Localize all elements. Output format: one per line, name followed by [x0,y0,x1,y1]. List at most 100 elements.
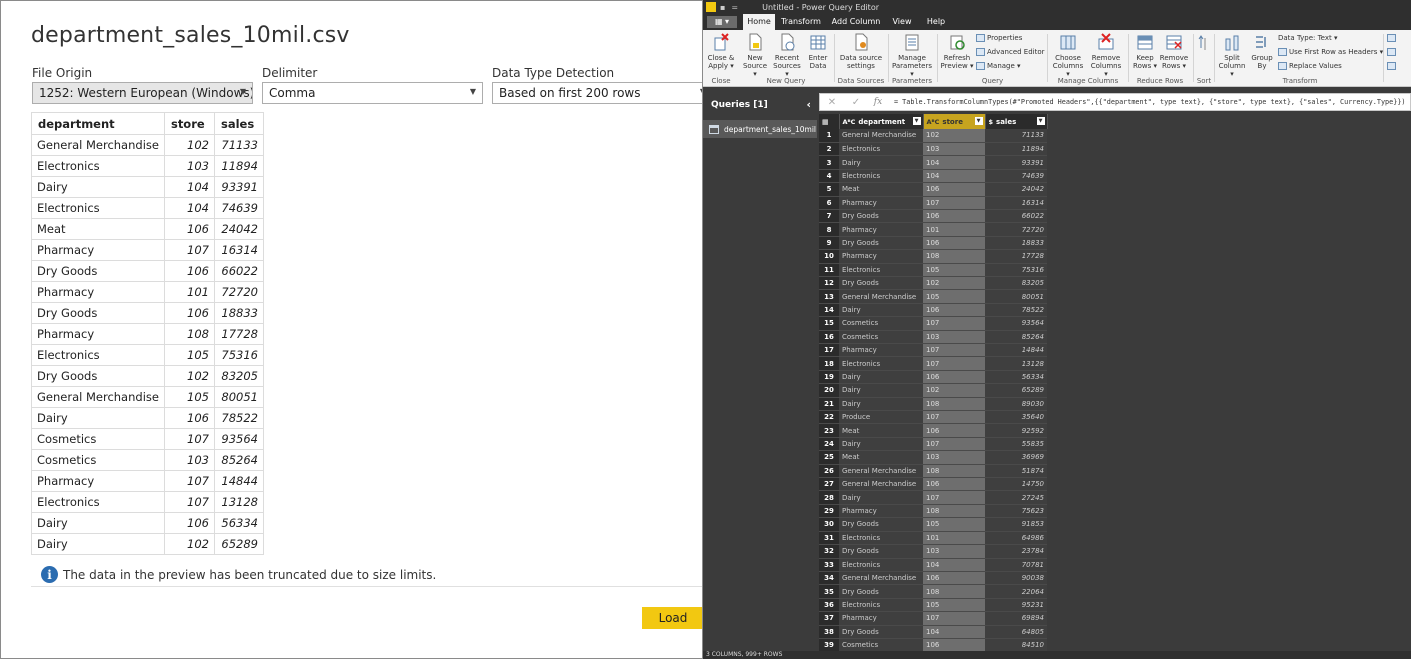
grid-row-number[interactable]: 14 [819,303,839,318]
grid-cell-department[interactable]: Electronics [839,263,923,277]
grid-cell-department[interactable]: Pharmacy [839,222,923,237]
grid-cell-store[interactable]: 107 [923,356,985,371]
commit-formula-icon[interactable]: ✓ [844,97,868,108]
grid-row-number[interactable]: 36 [819,598,839,613]
grid-row-number[interactable]: 24 [819,437,839,452]
grid-cell-store[interactable]: 107 [923,343,985,358]
grid-cell-store[interactable]: 108 [923,464,985,479]
grid-cell-sales[interactable]: 55835 [985,437,1047,452]
grid-cell-sales[interactable]: 17728 [985,249,1047,264]
grid-cell-store[interactable]: 104 [923,625,985,639]
grid-row[interactable]: 36 Electronics 105 95231 [819,598,1047,613]
grid-row-number[interactable]: 19 [819,370,839,385]
tab-view[interactable]: View [889,14,915,30]
grid-cell-department[interactable]: Cosmetics [839,316,923,331]
grid-row-number[interactable]: 34 [819,571,839,586]
grid-cell-sales[interactable]: 64986 [985,531,1047,546]
grid-cell-sales[interactable]: 13128 [985,356,1047,371]
grid-row[interactable]: 37 Pharmacy 107 69894 [819,611,1047,626]
grid-row-number[interactable]: 32 [819,544,839,559]
grid-row[interactable]: 39 Cosmetics 106 84510 [819,638,1047,653]
grid-cell-sales[interactable]: 65289 [985,383,1047,398]
grid-cell-store[interactable]: 107 [923,611,985,626]
split-column-button[interactable]: Split Column ▾ [1217,33,1247,78]
grid-row-number[interactable]: 6 [819,196,839,210]
enter-data-button[interactable]: Enter Data [806,33,830,70]
grid-row-number[interactable]: 11 [819,263,839,277]
grid-cell-department[interactable]: Electronics [839,169,923,184]
grid-row[interactable]: 12 Dry Goods 102 83205 [819,276,1047,291]
sort-ascending-button[interactable] [1196,34,1210,55]
collapse-chevron-icon[interactable]: ‹ [806,98,811,111]
grid-row[interactable]: 22 Produce 107 35640 [819,410,1047,425]
grid-cell-department[interactable]: Dry Goods [839,517,923,532]
grid-row[interactable]: 31 Electronics 101 64986 [819,531,1047,546]
grid-row-number[interactable]: 16 [819,330,839,345]
remove-rows-button[interactable]: Remove Rows ▾ [1159,33,1189,70]
grid-cell-sales[interactable]: 90038 [985,571,1047,586]
grid-row-number[interactable]: 3 [819,155,839,170]
grid-col-department[interactable]: AᴮC department ▼ [839,114,924,129]
grid-cell-sales[interactable]: 11894 [985,142,1047,157]
grid-cell-sales[interactable]: 14844 [985,343,1047,358]
grid-cell-department[interactable]: Dairy [839,303,923,318]
grid-row-number[interactable]: 25 [819,450,839,465]
tab-add-column[interactable]: Add Column [831,14,881,30]
grid-cell-store[interactable]: 107 [923,437,985,452]
grid-cell-department[interactable]: Dry Goods [839,209,923,224]
grid-col-store[interactable]: AᴮC store ▼ [923,114,986,129]
grid-row[interactable]: 14 Dairy 106 78522 [819,303,1047,318]
grid-row-number[interactable]: 28 [819,490,839,505]
filter-dropdown-icon[interactable]: ▼ [974,117,983,125]
grid-cell-sales[interactable]: 66022 [985,209,1047,224]
grid-row[interactable]: 23 Meat 106 92592 [819,423,1047,438]
recent-sources-button[interactable]: Recent Sources ▾ [772,33,802,78]
grid-cell-department[interactable]: Dry Goods [839,625,923,639]
data-type-detection-select[interactable]: Based on first 200 rows ▼ [492,82,702,104]
grid-cell-store[interactable]: 103 [923,544,985,559]
grid-cell-store[interactable]: 105 [923,598,985,613]
grid-row-number[interactable]: 35 [819,584,839,599]
grid-cell-department[interactable]: General Merchandise [839,571,923,586]
grid-cell-department[interactable]: Electronics [839,356,923,371]
grid-cell-store[interactable]: 107 [923,410,985,425]
grid-cell-department[interactable]: Dairy [839,437,923,452]
grid-cell-department[interactable]: Pharmacy [839,343,923,358]
grid-cell-sales[interactable]: 91853 [985,517,1047,532]
grid-cell-department[interactable]: Electronics [839,142,923,157]
properties-button[interactable]: Properties [976,34,1022,42]
grid-cell-store[interactable]: 108 [923,249,985,264]
grid-cell-sales[interactable]: 24042 [985,182,1047,197]
grid-cell-sales[interactable]: 51874 [985,464,1047,479]
tab-help[interactable]: Help [923,14,949,30]
grid-cell-store[interactable]: 106 [923,182,985,197]
grid-cell-store[interactable]: 108 [923,397,985,412]
grid-row[interactable]: 20 Dairy 102 65289 [819,383,1047,398]
grid-cell-sales[interactable]: 83205 [985,276,1047,291]
grid-cell-department[interactable]: Meat [839,450,923,465]
grid-row[interactable]: 32 Dry Goods 103 23784 [819,544,1047,559]
grid-row[interactable]: 10 Pharmacy 108 17728 [819,249,1047,264]
grid-cell-sales[interactable]: 64805 [985,625,1047,639]
grid-row-number[interactable]: 38 [819,625,839,639]
text-type-icon[interactable]: AᴮC [843,118,856,126]
keep-rows-button[interactable]: Keep Rows ▾ [1131,33,1159,70]
grid-cell-store[interactable]: 104 [923,558,985,572]
grid-cell-department[interactable]: Pharmacy [839,249,923,264]
grid-row-number[interactable]: 12 [819,276,839,291]
grid-cell-store[interactable]: 106 [923,423,985,438]
filter-dropdown-icon[interactable]: ▼ [1036,117,1045,125]
grid-cell-department[interactable]: Pharmacy [839,196,923,210]
grid-cell-sales[interactable]: 14750 [985,477,1047,492]
grid-cell-store[interactable]: 105 [923,517,985,532]
grid-row-number[interactable]: 30 [819,517,839,532]
grid-row-number[interactable]: 17 [819,343,839,358]
grid-cell-department[interactable]: Dairy [839,490,923,505]
grid-cell-store[interactable]: 108 [923,504,985,519]
grid-cell-department[interactable]: Dry Goods [839,236,923,251]
grid-cell-store[interactable]: 107 [923,196,985,210]
grid-cell-department[interactable]: Electronics [839,598,923,613]
grid-cell-sales[interactable]: 93391 [985,155,1047,170]
tab-home[interactable]: Home [743,14,775,30]
grid-cell-sales[interactable]: 92592 [985,423,1047,438]
